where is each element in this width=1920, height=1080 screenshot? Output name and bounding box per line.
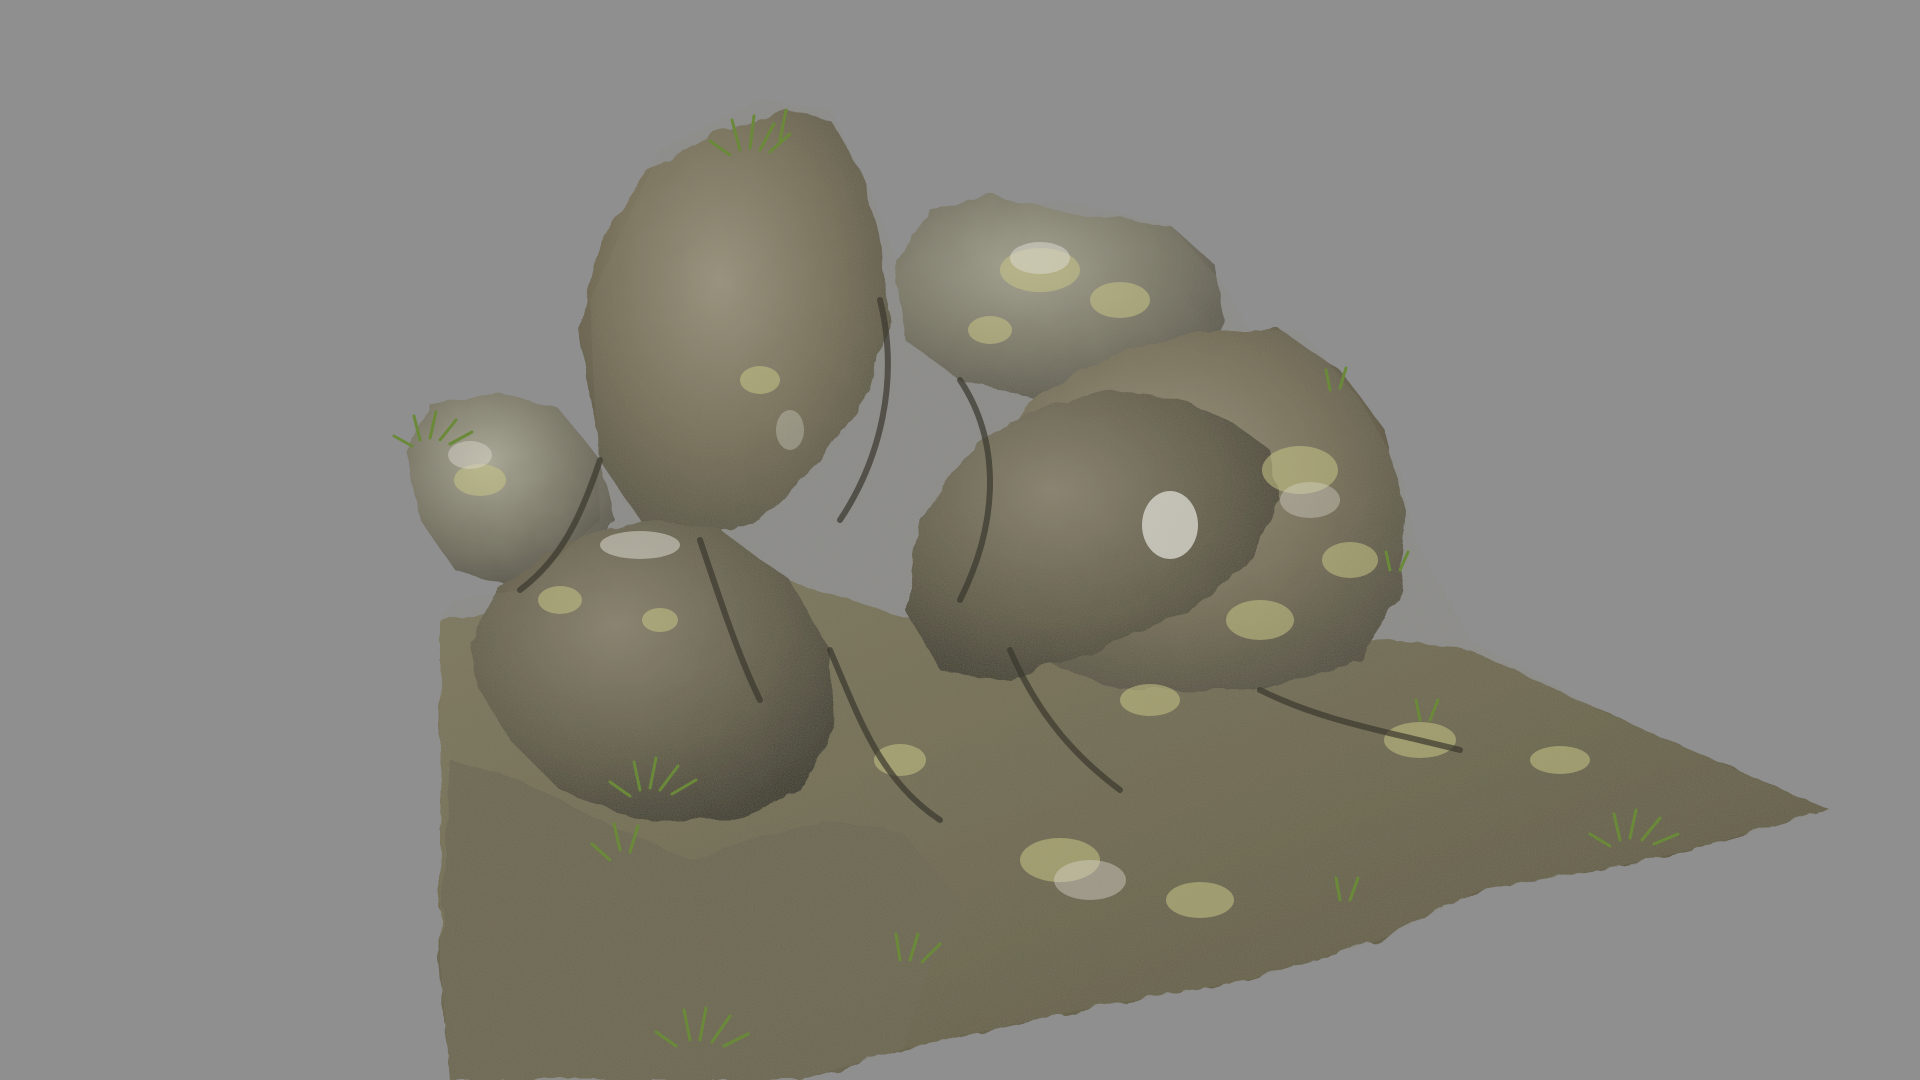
rock-scene bbox=[392, 100, 1830, 1080]
stone-texture bbox=[440, 100, 1830, 1080]
3d-viewport[interactable] bbox=[0, 0, 1920, 1080]
